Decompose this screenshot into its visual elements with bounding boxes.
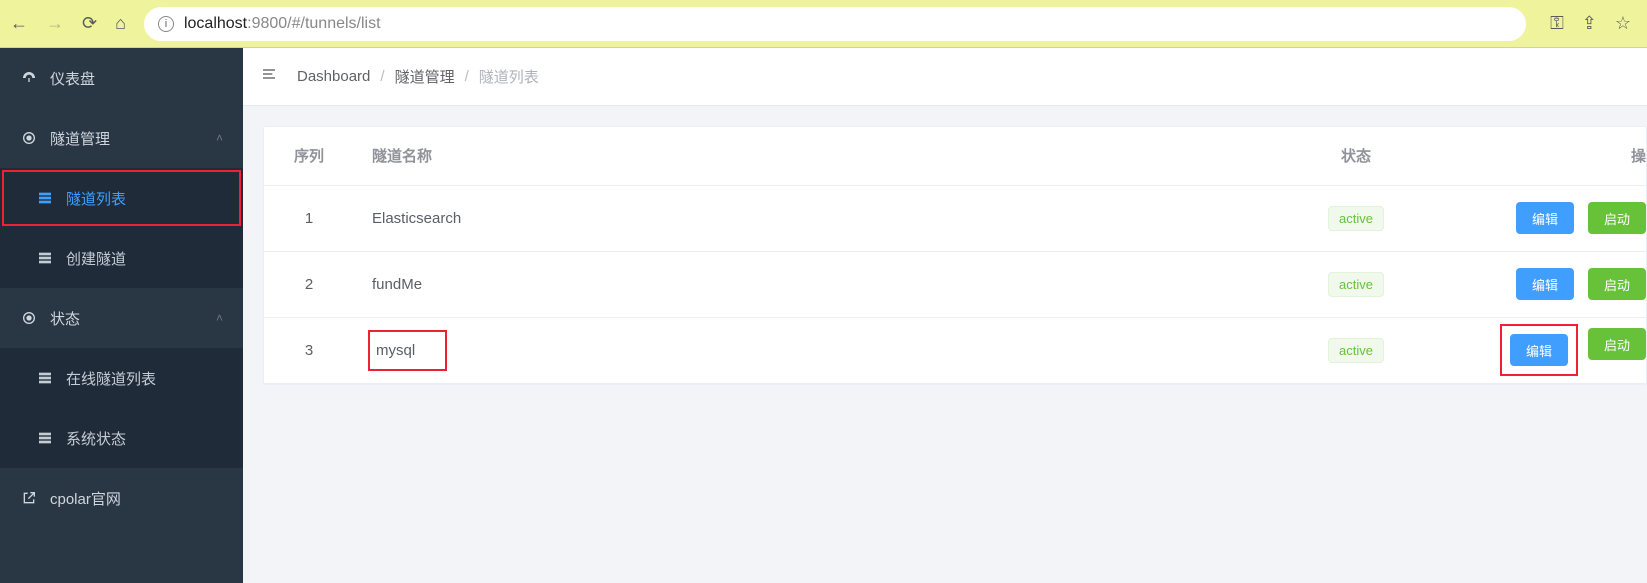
topbar: Dashboard / 隧道管理 / 隧道列表	[243, 48, 1647, 106]
target-icon	[20, 310, 38, 326]
status-badge: active	[1328, 272, 1384, 297]
address-bar[interactable]: i localhost:9800/#/tunnels/list	[144, 7, 1526, 41]
edit-button[interactable]: 编辑	[1516, 268, 1574, 300]
sidebar-item-label: 在线隧道列表	[66, 368, 156, 389]
sidebar-item-label: 系统状态	[66, 428, 126, 449]
cell-index: 3	[264, 317, 354, 383]
start-button[interactable]: 启动	[1588, 268, 1646, 300]
back-icon[interactable]: ←	[10, 13, 28, 34]
breadcrumb-sep: /	[380, 68, 384, 85]
target-icon	[20, 130, 38, 146]
table-row: 1 Elasticsearch active 编辑 启动	[264, 185, 1646, 251]
start-button[interactable]: 启动	[1588, 202, 1646, 234]
grid-icon	[36, 370, 54, 386]
sidebar: 仪表盘 隧道管理 ˄ 隧道列表 创建隧道 状态 ˄	[0, 48, 243, 583]
url-path: :9800/#/tunnels/list	[247, 15, 380, 33]
breadcrumb-tunnel-mgmt[interactable]: 隧道管理	[395, 66, 455, 87]
start-button[interactable]: 启动	[1588, 328, 1646, 360]
site-info-icon[interactable]: i	[158, 16, 174, 32]
sidebar-item-online-tunnels[interactable]: 在线隧道列表	[0, 348, 243, 408]
sidebar-item-system-status[interactable]: 系统状态	[0, 408, 243, 468]
status-badge: active	[1328, 206, 1384, 231]
sidebar-item-label: cpolar官网	[50, 488, 121, 509]
sidebar-item-cpolar-site[interactable]: cpolar官网	[0, 468, 243, 528]
browser-chrome: ← → ⟳ ⌂ i localhost:9800/#/tunnels/list …	[0, 0, 1647, 48]
sidebar-item-status[interactable]: 状态 ˄	[0, 288, 243, 348]
chevron-up-icon: ˄	[216, 131, 223, 145]
edit-button[interactable]: 编辑	[1510, 334, 1568, 366]
dashboard-icon	[20, 70, 38, 86]
sidebar-item-label: 创建隧道	[66, 248, 126, 269]
sidebar-item-label: 状态	[50, 308, 80, 329]
grid-icon	[36, 430, 54, 446]
bookmark-icon[interactable]: ☆	[1615, 13, 1631, 34]
reload-icon[interactable]: ⟳	[82, 13, 97, 34]
breadcrumb-sep: /	[465, 68, 469, 85]
sidebar-item-label: 隧道列表	[66, 188, 126, 209]
cell-index: 2	[264, 251, 354, 317]
tunnel-table-card: 序列 隧道名称 状态 操 1 Elasticsearch active 编	[263, 126, 1647, 385]
chevron-up-icon: ˄	[216, 311, 223, 325]
cell-index: 1	[264, 185, 354, 251]
cell-name: fundMe	[354, 251, 1286, 317]
sidebar-item-tunnel-mgmt[interactable]: 隧道管理 ˄	[0, 108, 243, 168]
breadcrumb-dashboard[interactable]: Dashboard	[297, 68, 370, 85]
tunnel-table: 序列 隧道名称 状态 操 1 Elasticsearch active 编	[264, 127, 1646, 384]
hamburger-icon[interactable]	[261, 66, 277, 87]
grid-icon	[36, 190, 54, 206]
sidebar-item-label: 仪表盘	[50, 68, 95, 89]
external-link-icon	[20, 490, 38, 506]
grid-icon	[36, 250, 54, 266]
th-index: 序列	[264, 127, 354, 185]
share-icon[interactable]: ⇪	[1582, 13, 1597, 34]
home-icon[interactable]: ⌂	[115, 13, 126, 34]
table-row: 3 mysql active 编辑 启动	[264, 317, 1646, 383]
sidebar-item-label: 隧道管理	[50, 128, 110, 149]
th-status: 状态	[1286, 127, 1426, 185]
status-badge: active	[1328, 338, 1384, 363]
url-host: localhost	[184, 15, 247, 33]
sidebar-item-dashboard[interactable]: 仪表盘	[0, 48, 243, 108]
cell-name: Elasticsearch	[354, 185, 1286, 251]
sidebar-item-tunnel-list[interactable]: 隧道列表	[0, 168, 243, 228]
edit-button[interactable]: 编辑	[1516, 202, 1574, 234]
breadcrumb: Dashboard / 隧道管理 / 隧道列表	[297, 66, 539, 87]
table-row: 2 fundMe active 编辑 启动	[264, 251, 1646, 317]
th-name: 隧道名称	[354, 127, 1286, 185]
breadcrumb-tunnel-list: 隧道列表	[479, 66, 539, 87]
th-ops: 操	[1426, 127, 1646, 185]
sidebar-item-create-tunnel[interactable]: 创建隧道	[0, 228, 243, 288]
key-icon[interactable]: ⚿	[1550, 13, 1564, 34]
cell-name: mysql	[372, 334, 443, 367]
main: Dashboard / 隧道管理 / 隧道列表 序列 隧道名称 状态 操	[243, 48, 1647, 583]
forward-icon[interactable]: →	[46, 13, 64, 34]
